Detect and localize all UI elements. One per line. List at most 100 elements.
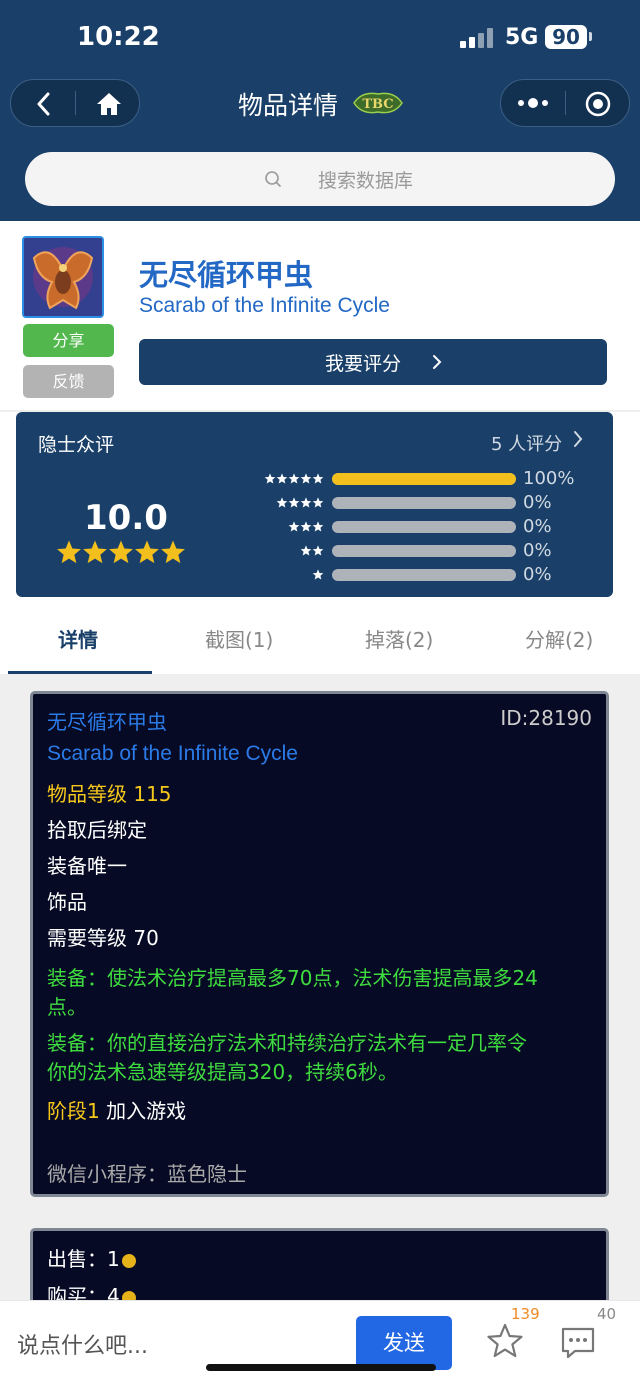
status-time: 10:22 <box>77 22 160 52</box>
rating-label: 隐士众评 <box>38 434 115 456</box>
comment-input[interactable]: 说点什么吧... <box>17 1328 148 1360</box>
feedback-button[interactable]: 反馈 <box>23 365 114 398</box>
tooltip-bind: 拾取后绑定 <box>47 818 147 842</box>
chevron-right-icon[interactable] <box>572 429 584 449</box>
favorite-star-icon[interactable] <box>486 1323 524 1359</box>
tooltip-equip2-line1: 装备：你的直接治疗法术和持续治疗法术有一定几率令 <box>47 1031 527 1055</box>
gold-coin-icon <box>121 1253 136 1268</box>
rating-bar-track <box>332 545 516 557</box>
home-icon[interactable] <box>95 91 123 117</box>
star-icon <box>300 497 312 508</box>
comment-icon[interactable] <box>560 1326 596 1360</box>
capsule-divider <box>75 91 76 115</box>
tooltip-slot: 饰品 <box>47 890 87 914</box>
status-bar: 10:22 5G 90 <box>0 22 640 56</box>
tooltip-phase-label: 阶段1 <box>47 1099 100 1123</box>
star-icon <box>276 473 288 484</box>
search-input[interactable]: 搜索数据库 <box>318 166 413 193</box>
item-name-cn: 无尽循环甲虫 <box>139 258 314 292</box>
more-icon[interactable] <box>517 97 549 109</box>
star-icon <box>264 473 276 484</box>
tab-drops[interactable]: 掉落(2) <box>365 624 433 653</box>
tooltip-required-level: 需要等级 70 <box>47 926 159 950</box>
star-icon <box>312 473 324 484</box>
rating-bar-4-star: 0% <box>16 492 613 513</box>
rating-percent: 0% <box>523 540 552 561</box>
tooltip-equip1-line2: 点。 <box>47 995 87 1019</box>
tooltip-name-en: Scarab of the Infinite Cycle <box>47 742 298 765</box>
comment-count: 40 <box>597 1305 617 1323</box>
mini-stars <box>276 497 324 508</box>
nav-capsule-left <box>10 79 140 127</box>
rating-bar-track <box>332 497 516 509</box>
share-button[interactable]: 分享 <box>23 324 114 357</box>
tab-disenchant[interactable]: 分解(2) <box>525 624 593 653</box>
star-icon <box>312 545 324 556</box>
battery-icon: 90 <box>545 25 587 49</box>
logo-text: TBC <box>362 97 393 112</box>
tab-bar: 详情 截图(1) 掉落(2) 分解(2) <box>0 604 640 674</box>
comment-bar: 说点什么吧... 发送 139 40 <box>0 1300 640 1385</box>
star-icon <box>288 473 300 484</box>
tooltip-source: 微信小程序：蓝色隐士 <box>47 1162 247 1186</box>
capsule-divider <box>565 91 566 115</box>
rating-bar-track <box>332 569 516 581</box>
star-icon <box>288 497 300 508</box>
star-icon <box>300 473 312 484</box>
tab-screenshots[interactable]: 截图(1) <box>205 624 273 653</box>
tooltip-item-id: ID:28190 <box>500 706 592 730</box>
star-icon <box>312 569 324 580</box>
rating-percent: 0% <box>523 516 552 537</box>
app-header: 10:22 5G 90 物品详情 TBC 搜索数据库 <box>0 0 640 221</box>
scarab-icon <box>24 238 102 316</box>
tooltip-unique: 装备唯一 <box>47 854 127 878</box>
item-tooltip: 无尽循环甲虫 ID:28190 Scarab of the Infinite C… <box>30 691 609 1197</box>
rating-count[interactable]: 5 人评分 <box>491 430 562 456</box>
rating-bar-1-star: 0% <box>16 564 613 585</box>
tooltip-phase: 阶段1 加入游戏 <box>47 1095 186 1124</box>
star-icon <box>300 545 312 556</box>
mini-stars <box>312 569 324 580</box>
close-miniprogram-icon[interactable] <box>585 91 611 117</box>
rating-bar-track <box>332 473 516 485</box>
chevron-right-icon <box>433 355 442 369</box>
sell-label: 出售： <box>47 1247 107 1271</box>
sell-value: 1 <box>107 1247 120 1271</box>
rate-button-label: 我要评分 <box>325 353 402 375</box>
tab-details[interactable]: 详情 <box>58 624 98 653</box>
tooltip-name-cn: 无尽循环甲虫 <box>47 710 167 734</box>
tooltip-phase-text: 加入游戏 <box>106 1099 187 1123</box>
tooltip-item-level: 物品等级 115 <box>47 782 172 806</box>
star-icon <box>288 521 300 532</box>
tooltip-equip2-line2: 你的法术急速等级提高320，持续6秒。 <box>47 1060 398 1084</box>
page-title: 物品详情 <box>238 91 339 120</box>
mini-stars <box>300 545 324 556</box>
favorite-count: 139 <box>511 1305 540 1323</box>
send-button[interactable]: 发送 <box>356 1316 452 1370</box>
rating-percent: 100% <box>523 468 575 489</box>
network-type: 5G <box>505 25 539 50</box>
rating-bar-track <box>332 521 516 533</box>
search-bar[interactable]: 搜索数据库 <box>25 152 615 206</box>
rating-panel: 隐士众评 5 人评分 10.0 100% 0% 0% 0% 0% <box>16 412 613 597</box>
tbc-logo-icon: TBC <box>353 92 403 114</box>
mini-stars <box>264 473 324 484</box>
star-icon <box>276 497 288 508</box>
search-icon <box>265 171 281 187</box>
tooltip-equip1-line1: 装备：使法术治疗提高最多70点，法术伤害提高最多24 <box>47 966 538 990</box>
back-icon[interactable] <box>35 92 53 116</box>
battery-tip <box>589 32 592 41</box>
star-icon <box>312 497 324 508</box>
signal-icon <box>460 28 494 48</box>
rate-button[interactable]: 我要评分 <box>139 339 607 385</box>
rating-bar-5-star: 100% <box>16 468 613 489</box>
rating-bar-fill <box>332 473 516 485</box>
nav-capsule-right <box>500 79 630 127</box>
rating-bar-3-star: 0% <box>16 516 613 537</box>
star-icon <box>300 521 312 532</box>
mini-stars <box>288 521 324 532</box>
rating-percent: 0% <box>523 564 552 585</box>
home-indicator <box>206 1364 436 1371</box>
sell-price: 出售：1 <box>47 1243 136 1272</box>
rating-bar-2-star: 0% <box>16 540 613 561</box>
